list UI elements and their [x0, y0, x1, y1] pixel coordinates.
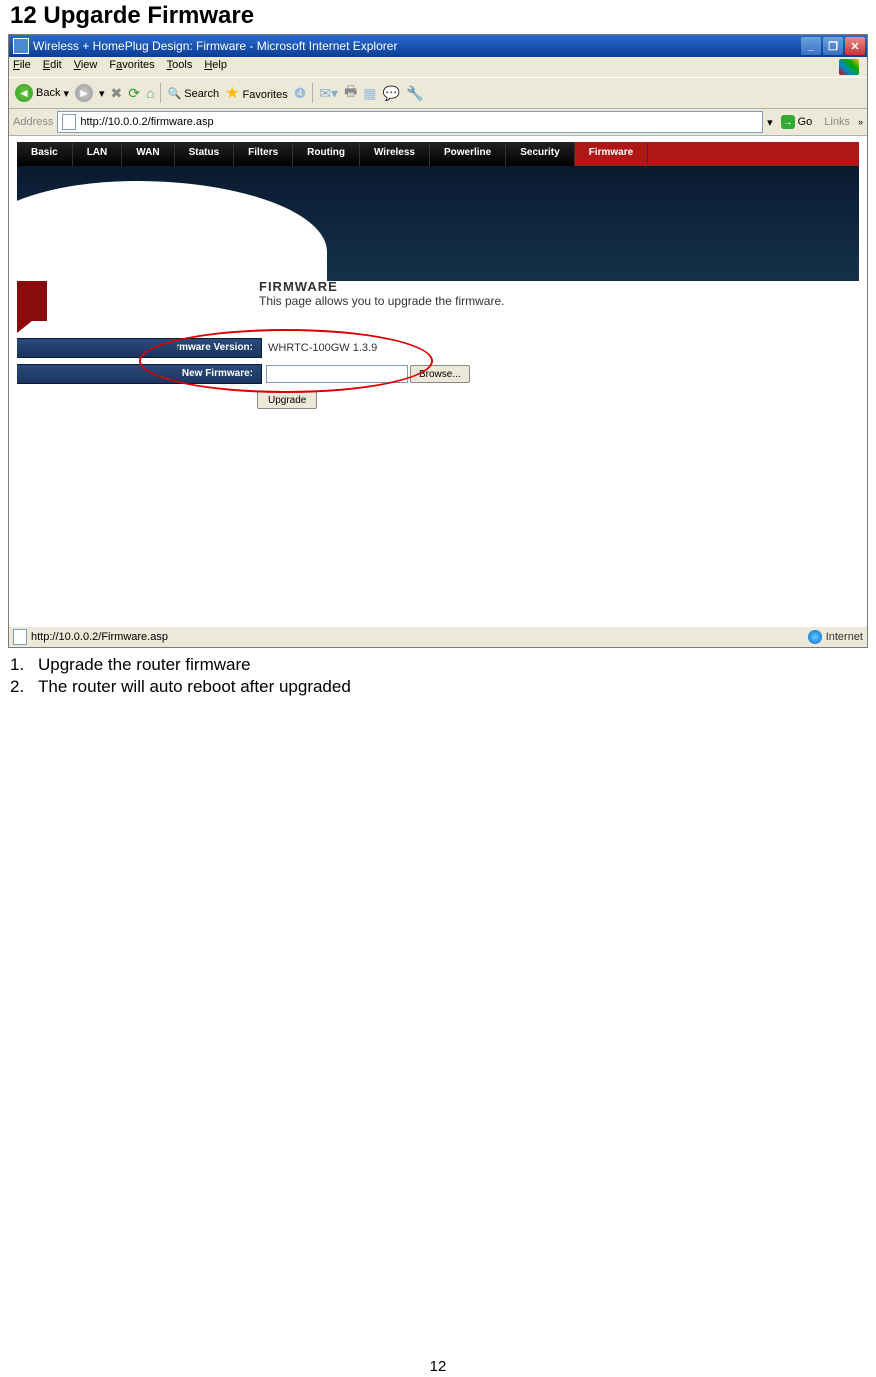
- browse-button[interactable]: Browse...: [410, 365, 470, 383]
- tab-lan[interactable]: LAN: [73, 142, 123, 166]
- search-button[interactable]: 🔍 Search: [167, 87, 219, 100]
- firmware-form: Firmware Version: WHRTC-100GW 1.3.9 New …: [17, 339, 859, 417]
- address-label: Address: [13, 116, 53, 128]
- firmware-heading: FIRMWARE: [259, 279, 504, 294]
- toolbar-separator: [160, 83, 161, 103]
- page-number: 12: [0, 1358, 876, 1375]
- row-bar-1: [17, 339, 177, 357]
- browser-content: Basic LAN WAN Status Filters Routing Wir…: [9, 136, 867, 626]
- decor-red-corner: [17, 281, 47, 321]
- window-titlebar: Wireless + HomePlug Design: Firmware - M…: [9, 35, 867, 57]
- menu-view[interactable]: View: [74, 59, 98, 75]
- tab-powerline[interactable]: Powerline: [430, 142, 506, 166]
- page-icon: [62, 114, 76, 130]
- address-url: http://10.0.0.2/firmware.asp: [80, 116, 213, 128]
- doc-section-heading: 12 Upgarde Firmware: [10, 2, 876, 30]
- firmware-header-block: FIRMWARE This page allows you to upgrade…: [259, 279, 504, 308]
- links-label[interactable]: Links: [820, 116, 854, 128]
- step-1-num: 1.: [10, 654, 38, 676]
- tab-basic[interactable]: Basic: [17, 142, 73, 166]
- step-1-text: Upgrade the router firmware: [38, 655, 251, 674]
- internet-zone-icon: [808, 630, 822, 644]
- back-arrow-icon: ◄: [15, 84, 33, 102]
- home-button[interactable]: ⌂: [146, 85, 154, 101]
- address-input[interactable]: http://10.0.0.2/firmware.asp: [57, 111, 763, 133]
- refresh-button[interactable]: ⟳: [128, 85, 140, 102]
- tab-firmware[interactable]: Firmware: [575, 142, 648, 166]
- minimize-button[interactable]: _: [801, 37, 821, 55]
- menubar: File Edit View Favorites Tools Help: [9, 57, 867, 77]
- history-button[interactable]: ❹: [294, 85, 307, 102]
- page-banner: 010110110100101110100100 101110010110100…: [17, 166, 859, 281]
- firmware-version-value: WHRTC-100GW 1.3.9: [262, 342, 377, 354]
- nav-fill: [648, 142, 859, 166]
- upgrade-button[interactable]: Upgrade: [257, 391, 317, 409]
- ie-icon: [13, 38, 29, 54]
- mail-button[interactable]: ✉▾: [319, 85, 338, 102]
- edit-button[interactable]: ▦: [363, 85, 376, 102]
- firmware-file-input[interactable]: [266, 365, 408, 383]
- maximize-button[interactable]: ❐: [823, 37, 843, 55]
- status-bar: http://10.0.0.2/Firmware.asp Internet: [9, 626, 867, 647]
- toolbar-separator-2: [312, 83, 313, 103]
- step-2-text: The router will auto reboot after upgrad…: [38, 677, 351, 696]
- status-url: http://10.0.0.2/Firmware.asp: [31, 631, 168, 643]
- menu-tools[interactable]: Tools: [167, 59, 193, 75]
- back-label: Back: [36, 87, 60, 99]
- favorites-button[interactable]: ★ Favorites: [225, 83, 288, 103]
- forward-dropdown-icon: ▾: [99, 87, 105, 100]
- close-button[interactable]: ✕: [845, 37, 865, 55]
- discuss-button[interactable]: 💬: [383, 85, 400, 102]
- decor-swoosh: [17, 181, 327, 281]
- back-dropdown-icon: ▾: [63, 87, 69, 100]
- menu-favorites[interactable]: Favorites: [109, 59, 154, 75]
- tab-routing[interactable]: Routing: [293, 142, 360, 166]
- stop-button[interactable]: ✖: [111, 85, 123, 102]
- menu-help[interactable]: Help: [204, 59, 227, 75]
- ie-window-screenshot: Wireless + HomePlug Design: Firmware - M…: [8, 34, 868, 648]
- forward-button[interactable]: ►: [75, 84, 93, 102]
- row-bar-2: [17, 365, 177, 383]
- go-arrow-icon: →: [781, 115, 795, 129]
- address-bar: Address http://10.0.0.2/firmware.asp ▾ →…: [9, 109, 867, 136]
- window-title: Wireless + HomePlug Design: Firmware - M…: [33, 39, 801, 53]
- address-dropdown-icon[interactable]: ▾: [767, 116, 773, 129]
- tab-filters[interactable]: Filters: [234, 142, 293, 166]
- go-label: Go: [798, 116, 813, 128]
- star-icon: ★: [225, 85, 239, 102]
- tab-status[interactable]: Status: [175, 142, 235, 166]
- firmware-subtext: This page allows you to upgrade the firm…: [259, 294, 504, 308]
- menu-edit[interactable]: Edit: [43, 59, 62, 75]
- tab-wireless[interactable]: Wireless: [360, 142, 430, 166]
- back-button[interactable]: ◄ Back ▾: [15, 84, 69, 102]
- step-2-num: 2.: [10, 676, 38, 698]
- router-nav-tabs: Basic LAN WAN Status Filters Routing Wir…: [17, 142, 859, 166]
- links-chevron-icon[interactable]: »: [858, 117, 863, 127]
- doc-step-list: 1.Upgrade the router firmware 2.The rout…: [10, 654, 876, 698]
- status-page-icon: [13, 629, 27, 645]
- status-zone: Internet: [826, 631, 863, 643]
- tab-wan[interactable]: WAN: [122, 142, 174, 166]
- go-button[interactable]: → Go: [777, 114, 817, 130]
- tab-security[interactable]: Security: [506, 142, 574, 166]
- menu-file[interactable]: File: [13, 59, 31, 75]
- research-button[interactable]: 🔧: [406, 85, 423, 102]
- windows-flag-icon: [839, 59, 859, 75]
- browser-toolbar: ◄ Back ▾ ► ▾ ✖ ⟳ ⌂ 🔍 Search ★ Favorites …: [9, 77, 867, 109]
- print-button[interactable]: 🖶: [344, 81, 357, 105]
